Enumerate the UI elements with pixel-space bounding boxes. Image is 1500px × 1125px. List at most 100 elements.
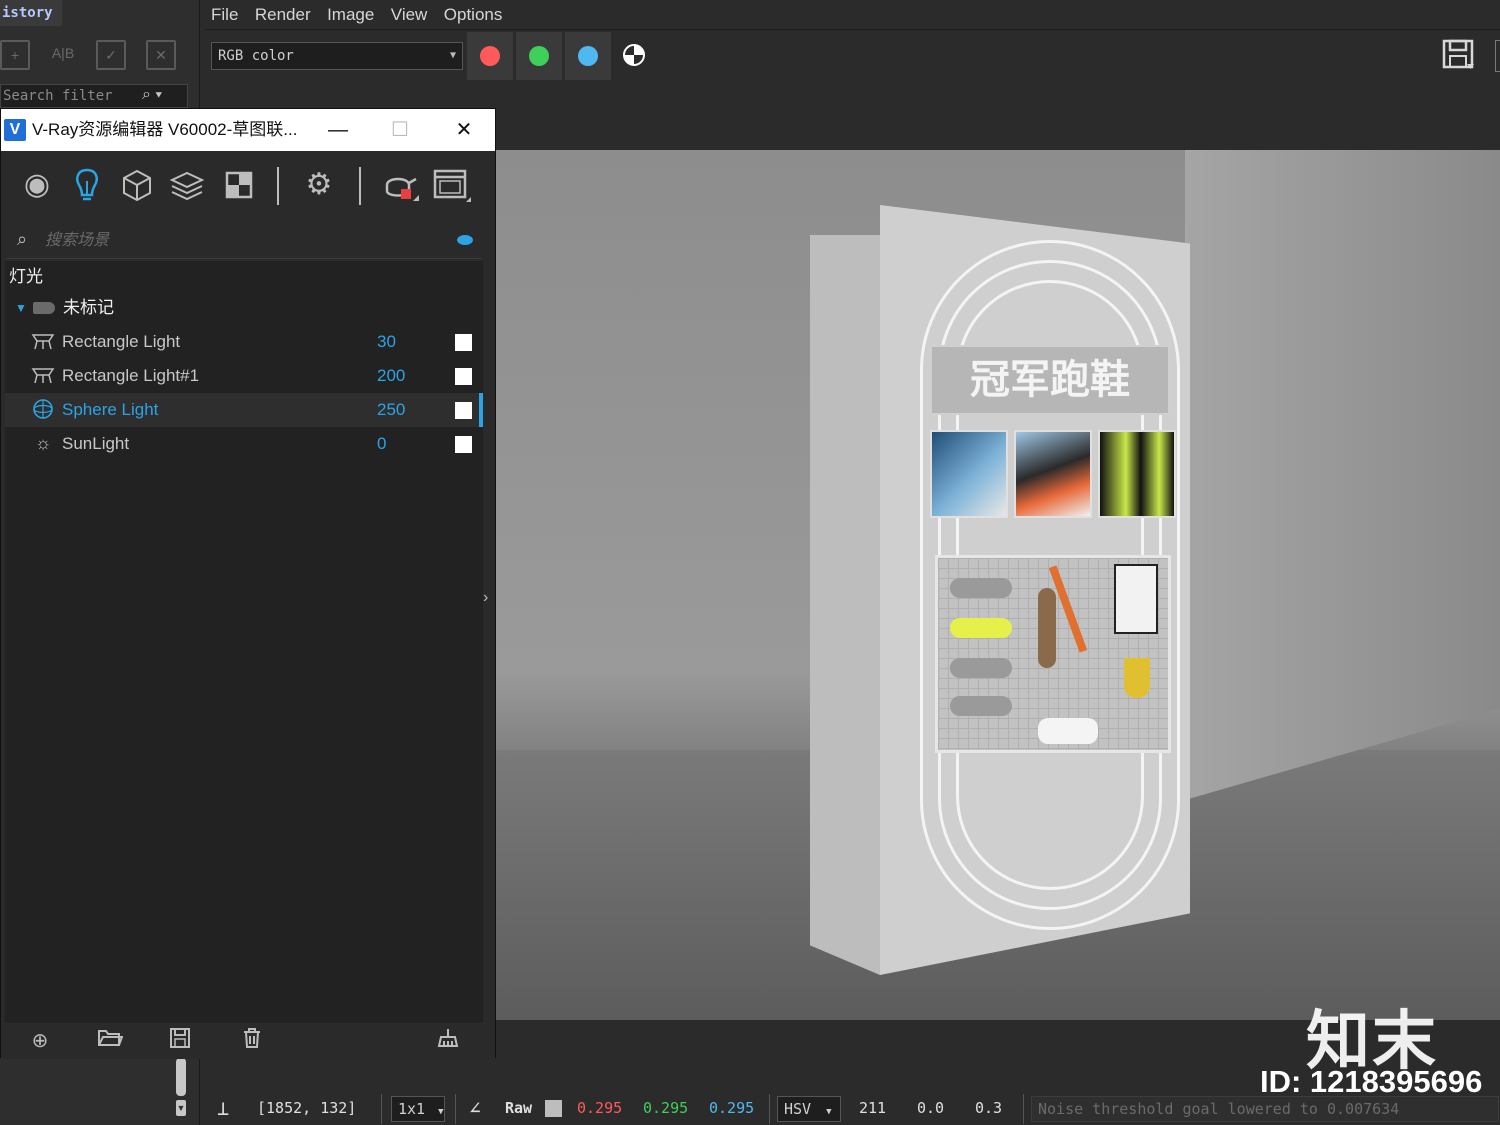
settings-gear-icon[interactable]: ⚙: [299, 165, 339, 205]
menu-bar: File Render Image View Options: [205, 0, 1500, 30]
category-label: 灯光: [9, 267, 43, 286]
textures-tab-icon[interactable]: [219, 165, 259, 205]
blue-channel-button[interactable]: [565, 32, 611, 80]
add-asset-icon[interactable]: ⊕: [25, 1027, 55, 1055]
menu-render[interactable]: Render: [249, 0, 317, 30]
chevron-down-icon: ▼: [438, 1107, 444, 1117]
watermark-id: ID: 1218395696: [1260, 1064, 1483, 1099]
save-icon[interactable]: [165, 1027, 195, 1055]
asset-list: 灯光 ▼ 未标记 Rectangle Light 30 Rectangle Li…: [5, 261, 483, 1023]
group-row[interactable]: ▼ 未标记: [5, 293, 483, 323]
light-enabled-checkbox[interactable]: [455, 334, 472, 351]
light-intensity[interactable]: 0: [377, 427, 386, 461]
maximize-button[interactable]: ☐: [375, 109, 425, 151]
hue-value: 211: [859, 1099, 887, 1117]
kiosk-sign: 冠军跑鞋: [930, 345, 1170, 415]
light-name: SunLight: [62, 434, 130, 453]
history-panel-title: istory: [0, 0, 62, 26]
scroll-down-icon[interactable]: ▼: [176, 1100, 186, 1116]
menu-image[interactable]: Image: [321, 0, 380, 30]
menu-options[interactable]: Options: [438, 0, 509, 30]
materials-tab-icon[interactable]: ◉: [17, 165, 57, 205]
blue-dot-icon: [578, 46, 598, 66]
pin-icon[interactable]: ⊥: [217, 1088, 229, 1125]
selection-indicator: [479, 393, 483, 427]
lights-tab-icon[interactable]: [67, 165, 107, 205]
saturation-value: 0.0: [917, 1099, 945, 1117]
history-load-icon[interactable]: ✓: [96, 40, 126, 70]
history-remove-icon[interactable]: ✕: [146, 40, 176, 70]
color-space-select[interactable]: HSV ▼: [777, 1096, 841, 1122]
light-name: Rectangle Light#1: [62, 366, 200, 385]
vray-logo-icon: V: [4, 119, 26, 141]
chevron-right-icon[interactable]: ›: [483, 589, 488, 607]
red-value: 0.295: [577, 1099, 623, 1117]
red-channel-button[interactable]: [467, 32, 513, 80]
minimize-button[interactable]: —: [313, 109, 363, 151]
color-swatch: [545, 1100, 562, 1117]
light-row[interactable]: ☼ SunLight 0: [5, 427, 483, 461]
green-channel-button[interactable]: [516, 32, 562, 80]
blue-value: 0.295: [709, 1099, 755, 1117]
chevron-down-icon: ▼: [826, 1107, 832, 1117]
menu-view[interactable]: View: [385, 0, 434, 30]
shoe-display-kiosk: 冠军跑鞋: [810, 205, 1190, 975]
pegboard: [935, 555, 1171, 753]
sole-sample: [950, 696, 1012, 716]
sole-photo: [1098, 430, 1176, 518]
search-icon[interactable]: ⌕ ▾: [142, 86, 162, 104]
shoe-last: [1038, 588, 1056, 668]
tag-icon: [33, 302, 55, 314]
layers-tab-icon[interactable]: [167, 165, 207, 205]
green-dot-icon: [529, 46, 549, 66]
expand-triangle-icon[interactable]: ▼: [15, 301, 27, 315]
white-shoe: [1038, 718, 1098, 744]
light-name: Sphere Light: [62, 400, 159, 419]
light-row[interactable]: Rectangle Light#1 200: [5, 359, 483, 393]
filter-eye-icon[interactable]: [457, 235, 473, 245]
scene-search-placeholder: 搜索场景: [45, 232, 110, 249]
light-row[interactable]: Rectangle Light 30: [5, 325, 483, 359]
delete-trash-icon[interactable]: [237, 1027, 267, 1055]
open-folder-icon[interactable]: [95, 1027, 125, 1055]
scrollbar-thumb[interactable]: [176, 1058, 186, 1096]
rectangle-light-icon: [31, 363, 55, 387]
render-wall: [1185, 150, 1500, 800]
render-teapot-icon[interactable]: [379, 165, 419, 205]
menu-file[interactable]: File: [205, 0, 244, 30]
save-image-icon[interactable]: [1441, 38, 1477, 72]
history-scrollbar[interactable]: ▼: [176, 1058, 186, 1118]
history-ab-compare-icon[interactable]: A|B: [48, 40, 78, 70]
color-picker-icon[interactable]: ∠: [469, 1088, 481, 1125]
light-intensity[interactable]: 200: [377, 359, 405, 393]
channel-select[interactable]: RGB color ▼: [211, 42, 463, 70]
light-enabled-checkbox[interactable]: [455, 402, 472, 419]
kiosk-side: [810, 235, 880, 975]
history-add-icon[interactable]: +: [0, 40, 30, 70]
status-divider: [769, 1094, 770, 1124]
shoe-photo: [930, 430, 1008, 518]
zoom-select[interactable]: 1x1 ▼: [391, 1096, 445, 1122]
window-title: V-Ray资源编辑器 V60002-草图联...: [32, 120, 298, 139]
geometry-tab-icon[interactable]: [117, 165, 157, 205]
light-row-selected[interactable]: Sphere Light 250: [5, 393, 483, 427]
light-enabled-checkbox[interactable]: [455, 436, 472, 453]
purge-broom-icon[interactable]: [433, 1027, 463, 1055]
frame-buffer-icon[interactable]: [431, 165, 472, 205]
runner-photo: [1014, 430, 1092, 518]
green-value: 0.295: [643, 1099, 689, 1117]
sun-icon: ☼: [34, 433, 52, 453]
chevron-down-icon: ▼: [449, 50, 456, 61]
light-enabled-checkbox[interactable]: [455, 368, 472, 385]
close-button[interactable]: ✕: [439, 109, 489, 151]
monochrome-icon[interactable]: [623, 44, 645, 66]
rectangle-light-icon: [31, 329, 55, 353]
light-intensity[interactable]: 250: [377, 393, 405, 427]
vray-toolbar: ◉ ⚙: [1, 151, 495, 221]
scene-search[interactable]: ⌕ 搜索场景: [7, 223, 481, 259]
vray-asset-editor-window: V V-Ray资源编辑器 V60002-草图联... — ☐ ✕ ◉ ⚙ ⌕ 搜…: [0, 108, 496, 1059]
color-space-value: HSV: [784, 1100, 812, 1118]
clipboard: [1114, 564, 1158, 634]
channel-select-value: RGB color: [218, 48, 294, 64]
light-intensity[interactable]: 30: [377, 325, 396, 359]
